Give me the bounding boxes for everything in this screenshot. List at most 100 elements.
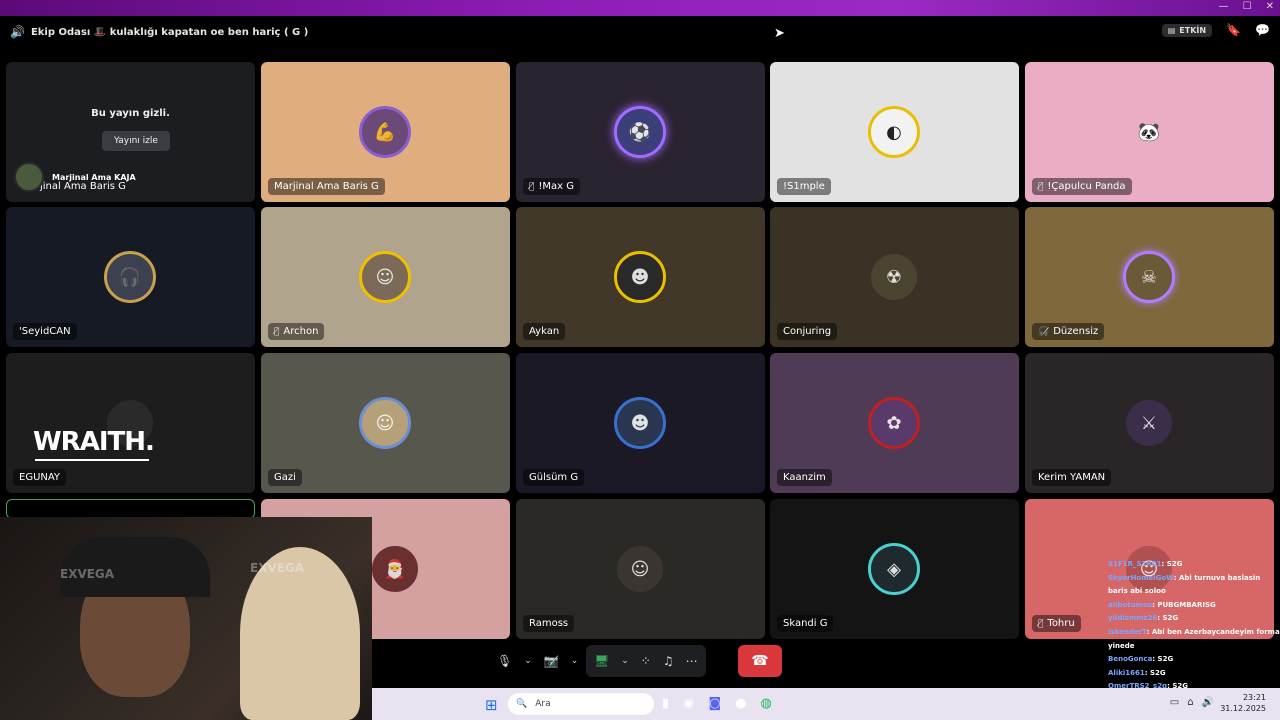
hidden-stream-tile[interactable]: Bu yayın gizli. Yayını izle jinal Ama Ba… — [6, 62, 255, 202]
participant-tile[interactable]: ◈ Skandi G — [770, 499, 1019, 639]
taskbar-search[interactable]: 🔍 Ara — [508, 693, 654, 715]
chat-message: BenoGonca: S2G — [1108, 655, 1174, 664]
chevron-down-icon[interactable]: ⌄ — [571, 656, 579, 666]
participant-tile[interactable]: ⚔ Kerim YAMAN — [1025, 353, 1274, 493]
avatar: ⚽ — [614, 106, 666, 158]
participant-nametag: Gazi — [268, 469, 302, 486]
avatar: ☠ — [1123, 251, 1175, 303]
clock-date: 31.12.2025 — [1220, 704, 1266, 713]
participant-tile[interactable]: ✿ Kaanzim — [770, 353, 1019, 493]
clock-time: 23:21 — [1242, 693, 1266, 702]
participant-tile[interactable]: ☢ Conjuring — [770, 207, 1019, 347]
voice-channel-icon: 🔊 — [10, 25, 25, 39]
screen-share-icon[interactable]: 🖥 — [594, 654, 609, 668]
participant-nametag: Ramoss — [523, 615, 575, 632]
avatar: ◐ — [868, 106, 920, 158]
end-call-button[interactable]: ☎ — [738, 645, 782, 677]
webcam-overlay: EXVEGA EXVEGA — [0, 517, 372, 720]
participant-name: Kerim YAMAN — [1038, 472, 1106, 483]
activities-icon[interactable]: ⁘ — [641, 654, 651, 668]
participant-nametag: 🎙̸ !Çapulcu Panda — [1032, 178, 1132, 195]
wraith-logo-underline — [35, 459, 149, 461]
participant-tile[interactable]: ⚽ 🎙̸ !Max G — [516, 62, 765, 202]
participant-nametag: !S1mple — [777, 178, 831, 195]
participant-nametag: 🎙̸ Archon — [268, 323, 325, 340]
chevron-down-icon[interactable]: ⌄ — [621, 656, 629, 666]
mic-muted-icon: 🎙̸ — [1038, 181, 1044, 192]
taskbar-apps: ▮ ◉ ◙ ● ◍ — [662, 696, 772, 711]
minimize-button[interactable]: — — [1219, 1, 1229, 12]
chat-message: S1F1R_S1R01: S2G — [1108, 560, 1183, 568]
participant-nametag: Kaanzim — [777, 469, 832, 486]
window-titlebar: — ☐ ✕ — [0, 0, 1280, 16]
participant-name: Gülsüm G — [529, 472, 579, 483]
participant-name: Aykan — [529, 326, 560, 337]
more-options-icon[interactable]: ⋯ — [686, 654, 698, 668]
maximize-button[interactable]: ☐ — [1243, 1, 1252, 12]
watch-stream-button[interactable]: Yayını izle — [102, 131, 170, 151]
participant-nametag: EGUNAY — [13, 469, 67, 486]
discord-icon[interactable]: ◙ — [709, 696, 722, 711]
participant-tile[interactable]: ☺ Ramoss — [516, 499, 765, 639]
chevron-down-icon[interactable]: ⌄ — [524, 656, 532, 666]
active-badge-label: ETKİN — [1179, 25, 1207, 35]
avatar: ☢ — [868, 251, 920, 303]
participant-tile-selected[interactable] — [6, 499, 255, 519]
avatar: 🎅 — [369, 543, 421, 595]
chat-message: alibotumsu: PUBGMBARISG — [1108, 600, 1216, 609]
microphone-icon[interactable]: 🎙 — [497, 654, 512, 668]
participant-nametag: Kerim YAMAN — [1032, 469, 1112, 486]
network-icon[interactable]: ⌂ — [1187, 697, 1193, 708]
windows-start-icon[interactable]: ⊞ — [485, 696, 498, 714]
taskbar-clock[interactable]: 23:21 31.12.2025 — [1220, 692, 1266, 714]
participant-tile[interactable]: WRAITH. EGUNAY — [6, 353, 255, 493]
participant-name: Skandi G — [783, 618, 828, 629]
monitor-icon[interactable]: ▭ — [1170, 697, 1179, 708]
participant-tile[interactable]: ☻ Aykan — [516, 207, 765, 347]
deafened-icon: 🎧̸ — [1038, 326, 1050, 337]
search-placeholder: Ara — [535, 699, 551, 709]
participant-tile[interactable]: ◐ !S1mple — [770, 62, 1019, 202]
chat-bubble-icon[interactable]: 💬 — [1255, 23, 1270, 37]
participant-tile[interactable]: ☺ Gazi — [261, 353, 510, 493]
participant-nametag: Skandi G — [777, 615, 834, 632]
end-call-wrapper: ☎ — [738, 645, 782, 677]
chat-message: yildizmmz26: S2G — [1108, 614, 1179, 623]
participant-tile[interactable]: 🐼 🎙̸ !Çapulcu Panda — [1025, 62, 1274, 202]
avatar: ☻ — [614, 251, 666, 303]
hidden-stream-message: Bu yayın gizli. — [91, 108, 170, 119]
spotify-icon[interactable]: ◍ — [760, 696, 771, 711]
close-button[interactable]: ✕ — [1266, 1, 1274, 12]
participant-name: !Çapulcu Panda — [1047, 181, 1126, 192]
active-badge[interactable]: ▤ ETKİN — [1161, 23, 1213, 37]
participant-name: Ramoss — [529, 618, 569, 629]
participant-tile[interactable]: 🎧 'SeyidCAN — [6, 207, 255, 347]
cam-banner-left: EXVEGA — [60, 567, 115, 581]
volume-icon[interactable]: 🔊 — [1202, 697, 1214, 708]
soundboard-icon[interactable]: ♫ — [663, 654, 674, 668]
chrome-icon[interactable]: ◉ — [683, 696, 694, 711]
participant-tile[interactable]: ☺ 🎙̸ Archon — [261, 207, 510, 347]
avatar: 🐼 — [1123, 106, 1175, 158]
avatar: ☺ — [359, 397, 411, 449]
bookmark-icon[interactable]: 🔖 — [1226, 23, 1241, 37]
avatar: ☻ — [614, 397, 666, 449]
participant-name: Gazi — [274, 472, 296, 483]
participant-nametag: Aykan — [523, 323, 566, 340]
avatar: ⚔ — [1123, 397, 1175, 449]
participant-name: Düzensiz — [1053, 326, 1099, 337]
avatar: ☺ — [614, 543, 666, 595]
obs-icon[interactable]: ● — [735, 696, 746, 711]
avatar: ✿ — [868, 397, 920, 449]
participant-tile[interactable]: 💪 Marjinal Ama Baris G — [261, 62, 510, 202]
participant-nametag: Marjinal Ama Baris G — [268, 178, 385, 195]
participant-nametag: 🎙̸ Tohru — [1032, 615, 1081, 632]
call-header: 🔊 Ekip Odası 🎩 kulaklığı kapatan oe ben … — [0, 16, 1280, 48]
participant-tile[interactable]: ☻ Gülsüm G — [516, 353, 765, 493]
file-explorer-icon[interactable]: ▮ — [662, 696, 669, 711]
mic-muted-icon: 🎙̸ — [529, 181, 535, 192]
participant-name: EGUNAY — [19, 472, 61, 483]
participant-tile[interactable]: ☠ 🎧̸ Düzensiz — [1025, 207, 1274, 347]
camera-off-icon[interactable]: 📷̸ — [544, 654, 559, 668]
chat-message: Aliki1661: S2G — [1108, 668, 1166, 677]
